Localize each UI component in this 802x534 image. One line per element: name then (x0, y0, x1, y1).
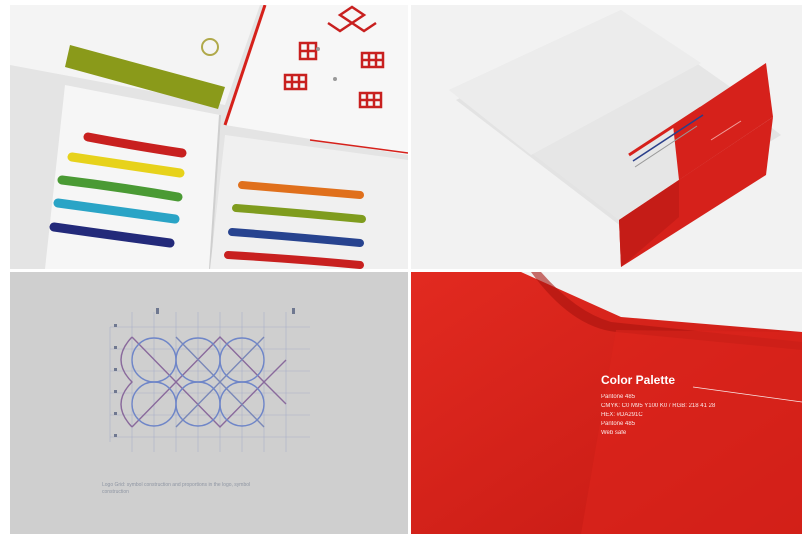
logo-grid-illustration: Logo Grid: symbol construction and propo… (10, 272, 408, 534)
grid-caption-line-2: construction (102, 489, 129, 495)
brochure-pages-illustration (10, 5, 408, 269)
photo-brochure-pages (10, 5, 408, 269)
spread-line-1: Pantone 485 (601, 394, 636, 400)
spread-line-2: CMYK: C0 M95 Y100 K0 / RGB: 218 41 28 (601, 403, 716, 409)
photo-logo-grid: Logo Grid: symbol construction and propo… (10, 272, 408, 534)
booklet-illustration (411, 5, 802, 269)
photo-closed-booklet (411, 5, 802, 269)
spread-title: Color Palette (601, 373, 675, 387)
spread-line-5: Web safe (601, 430, 627, 436)
spread-line-3: HEX: #DA291C (601, 412, 643, 418)
spread-line-4: Pantone 485 (601, 421, 636, 427)
grid-caption-line-1: Logo Grid: symbol construction and propo… (102, 482, 250, 488)
photo-red-spread: Color Palette Pantone 485 CMYK: C0 M95 Y… (411, 272, 802, 534)
red-spread-illustration: Color Palette Pantone 485 CMYK: C0 M95 Y… (411, 272, 802, 534)
